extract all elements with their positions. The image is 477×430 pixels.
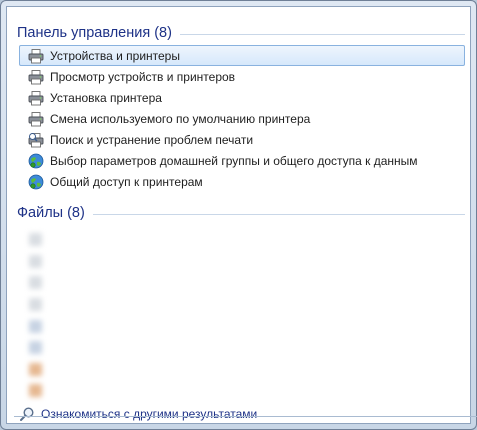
files-header-label: Файлы (8) [17,205,85,221]
control-panel-result-item[interactable]: Поиск и устранение проблем печати [19,129,465,150]
file-icon [29,362,42,376]
result-item-label: Устройства и принтеры [50,48,180,63]
file-icon [29,319,42,333]
file-icon [29,233,42,247]
network-globe-icon [28,153,50,169]
control-panel-result-item[interactable]: Общий доступ к принтерам [19,171,465,192]
file-icon [29,276,42,290]
control-panel-result-item[interactable]: Установка принтера [19,87,465,108]
result-item-label: Выбор параметров домашней группы и общег… [50,153,418,168]
file-result-item[interactable] [29,272,459,294]
control-panel-result-item[interactable]: Устройства и принтеры [19,45,465,66]
section-divider [179,33,465,35]
file-result-item[interactable] [29,294,459,316]
file-icon [29,298,42,312]
section-divider [92,213,465,215]
file-icon [29,341,42,355]
printer-icon [28,111,50,127]
result-item-label: Смена используемого по умолчанию принтер… [50,111,311,126]
control-panel-result-item[interactable]: Смена используемого по умолчанию принтер… [19,108,465,129]
result-item-label: Установка принтера [50,90,162,105]
result-item-label: Просмотр устройств и принтеров [50,69,236,84]
see-more-results-link[interactable]: Ознакомиться с другими результатами [19,405,257,423]
file-result-item[interactable] [29,337,459,359]
control-panel-section-header[interactable]: Панель управления (8) [17,24,465,42]
troubleshoot-icon [28,132,50,148]
control-panel-header-label: Панель управления (8) [17,25,172,41]
magnifier-icon [20,407,34,421]
files-section-header[interactable]: Файлы (8) [17,204,465,222]
printer-icon [28,69,50,85]
search-results-panel: Панель управления (8) Устройства и принт… [6,6,477,424]
panel-bottom-edge [14,416,477,417]
result-item-label: Общий доступ к принтерам [50,174,203,189]
file-result-item[interactable] [29,380,459,402]
file-result-item[interactable] [29,251,459,273]
control-panel-result-item[interactable]: Просмотр устройств и принтеров [19,66,465,87]
printer-icon [28,48,50,64]
network-globe-icon [28,174,50,190]
file-result-item[interactable] [29,315,459,337]
printer-icon [28,90,50,106]
files-results-list [29,229,459,402]
result-item-label: Поиск и устранение проблем печати [50,132,254,147]
control-panel-results-list: Устройства и принтеры Просмотр устройств … [19,45,465,192]
file-icon [29,254,42,268]
file-result-item[interactable] [29,229,459,251]
file-icon [29,384,42,398]
file-result-item[interactable] [29,359,459,381]
control-panel-result-item[interactable]: Выбор параметров домашней группы и общег… [19,150,465,171]
see-more-results-label: Ознакомиться с другими результатами [41,407,258,421]
